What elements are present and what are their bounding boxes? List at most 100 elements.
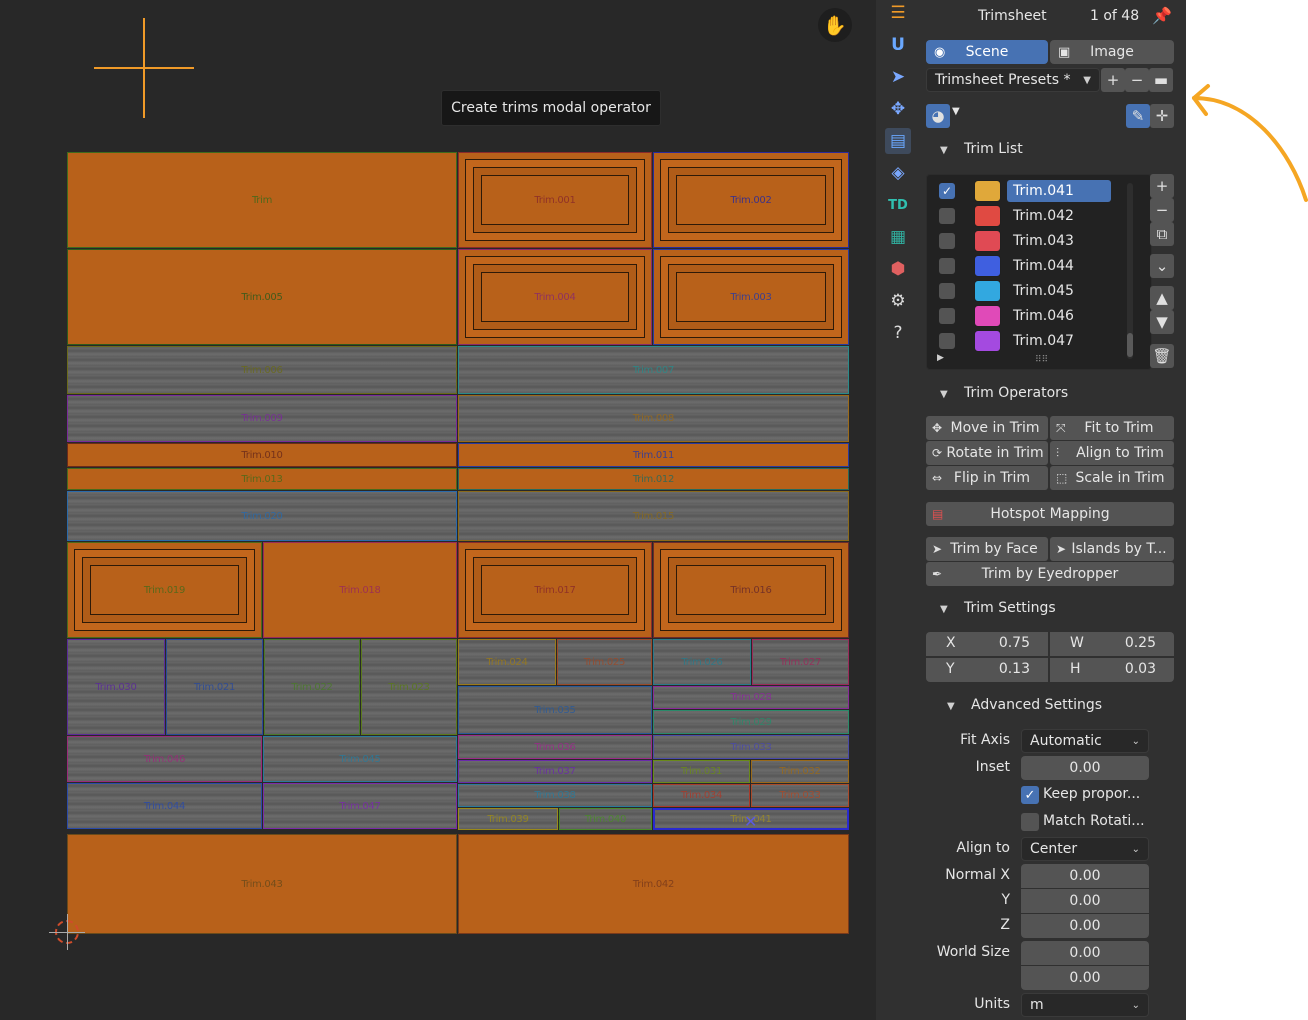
uv-icon[interactable]: U xyxy=(885,32,911,58)
world-size-field-1[interactable]: 0.00 xyxy=(1021,941,1149,965)
trim-settings-header[interactable]: ▼ Trim Settings xyxy=(940,600,1056,616)
tab-image[interactable]: ▣ Image xyxy=(1050,40,1174,64)
trim-region[interactable]: Trim.013 xyxy=(67,468,457,490)
uv-viewport[interactable]: ✋ Create trims modal operator Trim Trim.0… xyxy=(0,0,876,1020)
duplicate-trim-icon[interactable]: ⧉ xyxy=(1150,222,1174,246)
layers-icon[interactable]: ◈ xyxy=(885,160,911,186)
hotspot-mapping-button[interactable]: ▤ Hotspot Mapping xyxy=(926,502,1174,526)
trim-region[interactable]: Trim.002 xyxy=(653,152,849,248)
trim-region[interactable]: Trim.040 xyxy=(559,808,652,830)
trim-region[interactable]: Trim.018 xyxy=(263,542,457,638)
trim-region[interactable]: Trim.022 xyxy=(264,639,360,735)
w-field[interactable]: W 0.25 xyxy=(1050,632,1174,656)
islands-by-trim-button[interactable]: ➤ Islands by T... xyxy=(1050,537,1174,561)
trim-region[interactable]: Trim.035 xyxy=(458,686,652,734)
x-field[interactable]: X 0.75 xyxy=(926,632,1048,656)
inset-field[interactable]: 0.00 xyxy=(1021,756,1149,780)
trim-list-item[interactable]: Trim.044 xyxy=(933,255,1111,277)
normal-y-field[interactable]: 0.00 xyxy=(1021,889,1149,913)
select-icon[interactable]: ➤ xyxy=(885,64,911,90)
trim-list-item[interactable]: Trim.042 xyxy=(933,205,1111,227)
package-icon[interactable]: ⬢ xyxy=(885,256,911,282)
flip-in-trim-button[interactable]: ⇔ Flip in Trim xyxy=(926,466,1048,490)
trim-region[interactable]: Trim.038 xyxy=(458,784,652,807)
trim-color-swatch[interactable] xyxy=(974,180,1001,202)
trim-region[interactable]: Trim.043 xyxy=(67,834,457,934)
trim-visible-checkbox[interactable] xyxy=(939,308,955,324)
trim-region[interactable]: Trim.036 xyxy=(458,735,652,759)
trim-name[interactable]: Trim.045 xyxy=(1007,280,1111,302)
trim-color-swatch[interactable] xyxy=(974,205,1001,227)
fit-axis-dropdown[interactable]: Automatic ⌄ xyxy=(1021,729,1149,753)
trim-region[interactable]: Trim.007 xyxy=(458,346,849,394)
trim-list-item[interactable]: Trim.043 xyxy=(933,230,1111,252)
trim-region[interactable]: Trim.030 xyxy=(67,639,165,735)
trim-region[interactable]: Trim.011 xyxy=(458,443,849,467)
units-dropdown[interactable]: m ⌄ xyxy=(1021,993,1149,1017)
trim-region[interactable]: Trim.017 xyxy=(458,542,652,638)
trimsheet-icon[interactable]: ▤ xyxy=(885,128,911,154)
trim-region[interactable]: Trim.001 xyxy=(458,152,652,248)
gear-icon[interactable]: ⚙ xyxy=(885,288,911,314)
trim-region[interactable]: Trim xyxy=(67,152,457,248)
list-icon[interactable]: ☰ xyxy=(885,0,911,26)
world-size-field-2[interactable]: 0.00 xyxy=(1021,966,1149,990)
trim-list[interactable]: ✓ Trim.041 Trim.042 Trim.043 Trim.044 Trim.04… xyxy=(926,174,1152,370)
trim-region[interactable]: Trim.045 xyxy=(263,736,457,782)
trim-region[interactable]: Trim.042 xyxy=(458,834,849,934)
trim-visible-checkbox[interactable] xyxy=(939,258,955,274)
trim-region[interactable]: Trim.029 xyxy=(653,710,849,734)
trim-region[interactable]: Trim.026 xyxy=(653,639,751,685)
trim-name[interactable]: Trim.041 xyxy=(1007,180,1111,202)
trim-region[interactable]: Trim.028 xyxy=(653,686,849,709)
trim-region[interactable]: Trim.034 xyxy=(653,784,750,807)
align-to-trim-button[interactable]: ⫶ Align to Trim xyxy=(1050,441,1174,465)
checker-icon[interactable]: ▦ xyxy=(885,224,911,250)
list-menu-chevron-icon[interactable]: ⌄ xyxy=(1150,254,1174,278)
trim-region[interactable]: Trim.012 xyxy=(458,468,849,490)
rotate-in-trim-button[interactable]: ⟳ Rotate in Trim xyxy=(926,441,1048,465)
td-icon[interactable]: TD xyxy=(885,192,911,218)
trim-name[interactable]: Trim.042 xyxy=(1007,205,1111,227)
add-preset-button[interactable]: + xyxy=(1101,68,1125,92)
presets-dropdown[interactable]: Trimsheet Presets * ▼ xyxy=(926,68,1100,92)
trim-operators-header[interactable]: ▼ Trim Operators xyxy=(940,385,1068,401)
trim-region[interactable]: Trim.020 xyxy=(67,491,457,541)
trim-region[interactable]: Trim.006 xyxy=(67,346,457,394)
trim-color-swatch[interactable] xyxy=(974,230,1001,252)
trim-region[interactable]: Trim.039 xyxy=(458,808,558,830)
paint-mode-icon[interactable]: ◕ xyxy=(926,104,950,128)
normal-x-field[interactable]: 0.00 xyxy=(1021,864,1149,888)
scale-in-trim-button[interactable]: ⬚ Scale in Trim xyxy=(1050,466,1174,490)
chevron-down-icon[interactable]: ▼ xyxy=(952,106,960,117)
trim-list-header[interactable]: ▼ Trim List xyxy=(940,141,1023,157)
trim-region[interactable]: Trim.031 xyxy=(653,760,750,783)
h-field[interactable]: H 0.03 xyxy=(1050,658,1174,682)
trim-visible-checkbox[interactable]: ✓ xyxy=(939,183,955,199)
advanced-settings-header[interactable]: ▼ Advanced Settings xyxy=(947,697,1102,713)
trim-region[interactable]: Trim.024 xyxy=(458,639,556,685)
remove-preset-button[interactable]: − xyxy=(1125,68,1149,92)
resize-grip-icon[interactable]: ⠿⠿ xyxy=(1035,355,1048,365)
trim-region[interactable]: Trim.010 xyxy=(67,443,457,467)
y-field[interactable]: Y 0.13 xyxy=(926,658,1048,682)
list-scrollbar[interactable] xyxy=(1127,183,1133,359)
trim-region[interactable]: Trim.037 xyxy=(458,760,652,783)
move-up-button[interactable]: ▲ xyxy=(1150,286,1174,310)
trim-by-face-button[interactable]: ➤ Trim by Face xyxy=(926,537,1048,561)
trim-color-swatch[interactable] xyxy=(974,255,1001,277)
match-rotation-checkbox[interactable] xyxy=(1021,813,1039,831)
move-down-button[interactable]: ▼ xyxy=(1150,310,1174,334)
trim-list-item[interactable]: Trim.046 xyxy=(933,305,1111,327)
trim-region[interactable]: Trim.033 xyxy=(751,784,849,807)
trimsheet-grid[interactable]: Trim Trim.001 Trim.002 Trim.005 Trim.004 Trim… xyxy=(67,152,849,934)
trim-region[interactable]: Trim.019 xyxy=(67,542,262,638)
trim-region[interactable]: Trim.015 xyxy=(458,491,849,541)
pan-hand-icon[interactable]: ✋ xyxy=(818,8,852,42)
trim-color-swatch[interactable] xyxy=(974,330,1001,352)
trim-visible-checkbox[interactable] xyxy=(939,233,955,249)
trim-region[interactable]: Trim.027 xyxy=(752,639,849,685)
trim-visible-checkbox[interactable] xyxy=(939,283,955,299)
trim-list-item[interactable]: ✓ Trim.041 xyxy=(933,180,1111,202)
edit-pencil-icon[interactable]: ✎ xyxy=(1126,104,1150,128)
